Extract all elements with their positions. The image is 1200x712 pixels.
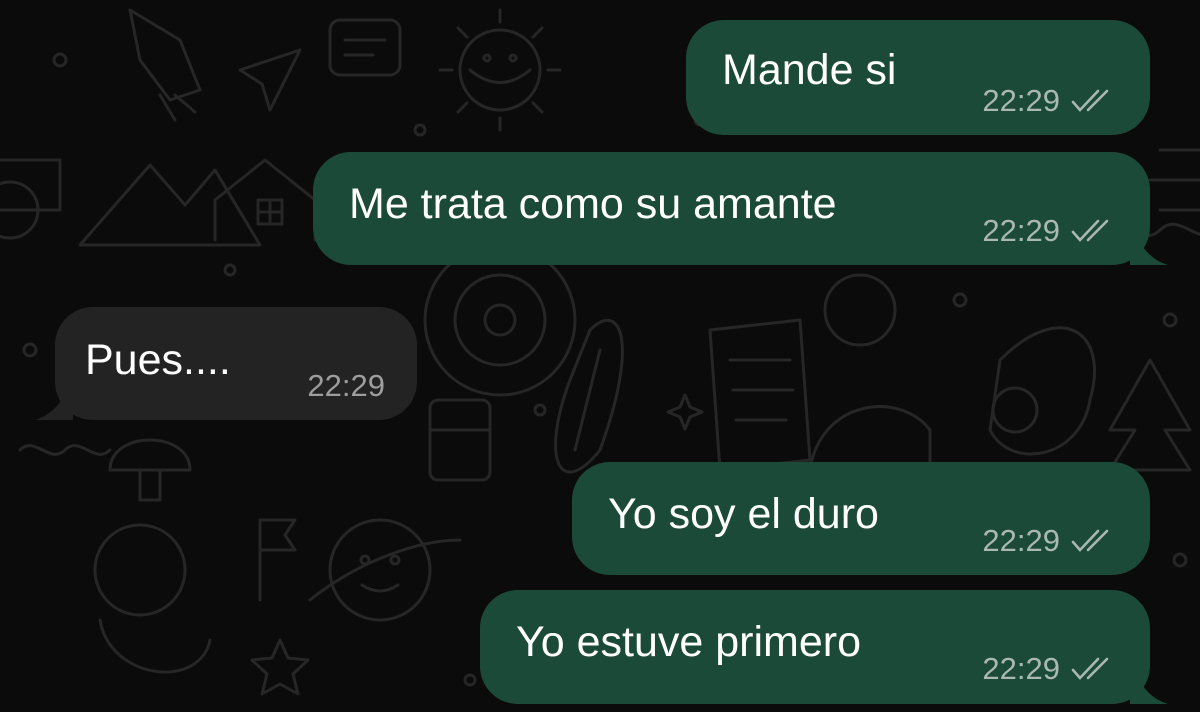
- message-time: 22:29: [307, 368, 385, 403]
- bike-doodle-icon: [0, 158, 62, 240]
- message-text: Yo estuve primero: [516, 618, 861, 666]
- message-time: 22:29: [982, 213, 1060, 248]
- outgoing-message-bubble[interactable]: Yo soy el duro 22:29: [572, 462, 1150, 575]
- mountains-doodle-icon: [78, 163, 262, 247]
- drum-doodle-icon: [428, 398, 492, 482]
- double-check-icon: [1071, 529, 1109, 552]
- chat-doodle-icon: [328, 18, 402, 77]
- message-text: Yo soy el duro: [608, 490, 879, 538]
- message-meta: 22:29: [982, 84, 1116, 118]
- incoming-message-bubble[interactable]: Pues.... 22:29: [35, 307, 417, 420]
- message-meta: 22:29: [982, 652, 1116, 686]
- tree-doodle-icon: [1108, 358, 1192, 472]
- star-doodle-icon: [250, 638, 310, 696]
- double-check-icon: [1071, 657, 1109, 680]
- sparkle-doodle-icon: [666, 393, 704, 431]
- bubble-tail: [1130, 660, 1168, 704]
- person-doodle-icon: [808, 273, 932, 472]
- outgoing-message-bubble[interactable]: Yo estuve primero 22:29: [480, 590, 1168, 704]
- astronaut-doodle-icon: [93, 523, 212, 674]
- chat-view: Mande si 22:29 Me trata como su amante 2…: [0, 0, 1200, 712]
- message-meta: 22:29: [982, 524, 1116, 558]
- paper-plane-doodle-icon: [238, 48, 302, 112]
- message-time: 22:29: [982, 651, 1060, 686]
- message-time: 22:29: [982, 523, 1060, 558]
- balloon-doodle-icon: [1148, 148, 1200, 212]
- message-text: Mande si: [722, 46, 897, 94]
- house-doodle-icon: [213, 158, 317, 242]
- message-meta: 22:29: [982, 214, 1116, 248]
- mushroom-doodle-icon: [108, 438, 192, 502]
- sun-doodle-icon: [438, 8, 562, 132]
- message-text: Me trata como su amante: [349, 180, 837, 228]
- leaf-doodle-icon: [554, 318, 624, 474]
- bubble-tail: [35, 376, 73, 420]
- book-doodle-icon: [708, 318, 812, 472]
- target-doodle-icon: [423, 243, 577, 397]
- message-meta: 22:29: [307, 369, 385, 403]
- outgoing-message-bubble[interactable]: Mande si 22:29: [686, 20, 1150, 135]
- double-check-icon: [1071, 219, 1109, 242]
- message-text: Pues....: [85, 336, 231, 384]
- flag-doodle-icon: [258, 518, 297, 602]
- double-check-icon: [1071, 89, 1109, 112]
- message-time: 22:29: [982, 83, 1060, 118]
- rocket-doodle-icon: [128, 8, 202, 122]
- avocado-doodle-icon: [988, 326, 1096, 456]
- bubble-tail: [1130, 221, 1168, 265]
- planet-doodle-icon: [308, 518, 462, 622]
- outgoing-message-bubble[interactable]: Me trata como su amante 22:29: [313, 152, 1168, 265]
